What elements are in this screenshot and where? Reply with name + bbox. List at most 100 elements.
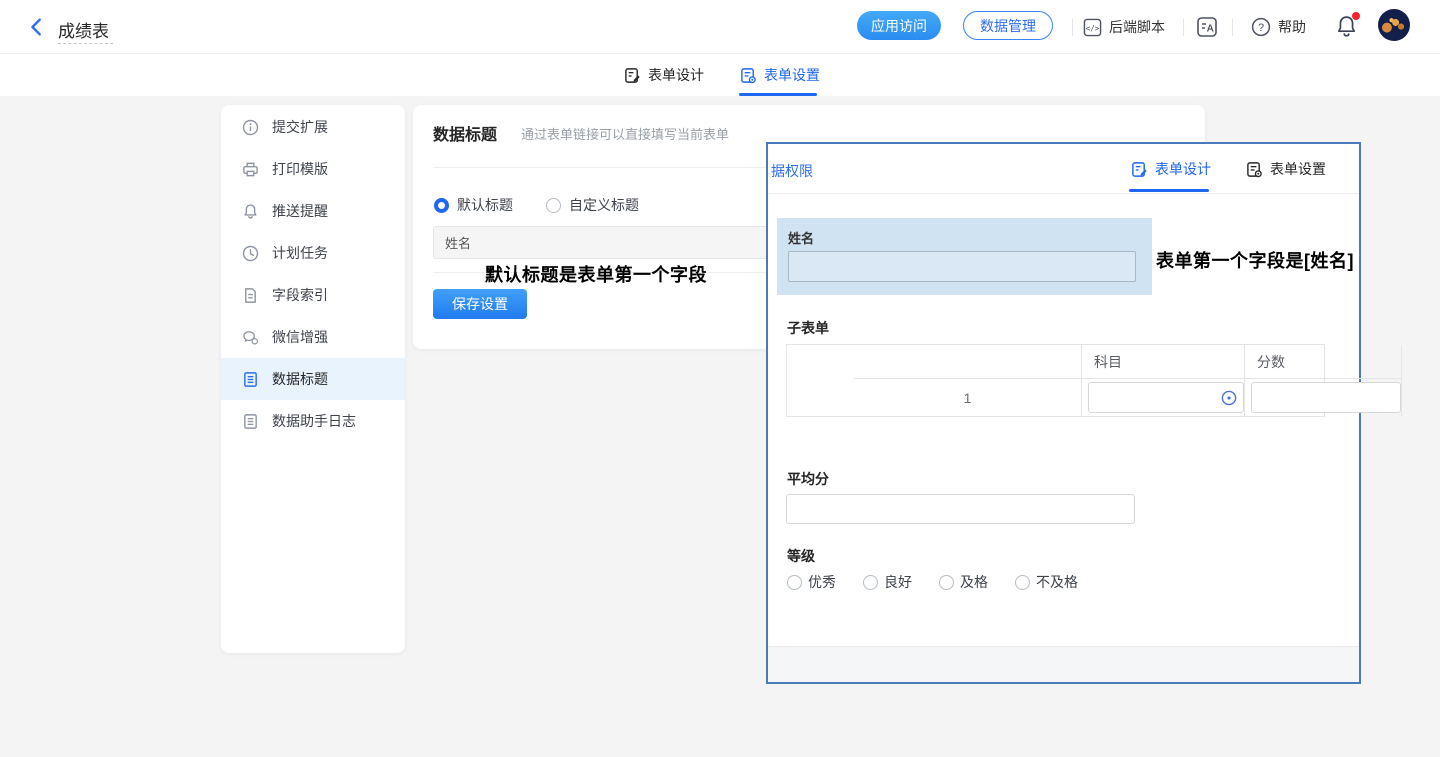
data-permission-link[interactable]: 据权限	[771, 161, 813, 181]
active-tab-underline	[739, 93, 817, 96]
sidebar-item-push-reminder[interactable]: 推送提醒	[221, 190, 405, 232]
form-settings-icon	[1246, 161, 1263, 178]
preview-footer-bar	[768, 646, 1359, 682]
subform-score-cell	[1245, 379, 1402, 416]
divider	[1183, 18, 1184, 36]
grade-option-excellent[interactable]: 优秀	[787, 572, 836, 592]
panel-title: 数据标题	[433, 121, 497, 145]
wechat-icon	[242, 329, 259, 346]
grade-option-label: 不及格	[1036, 572, 1078, 592]
annotation-first-field: 表单第一个字段是[姓名]	[1156, 247, 1354, 273]
sidebar-item-label: 计划任务	[272, 243, 328, 263]
help-button[interactable]: ? 帮助	[1251, 0, 1306, 54]
grade-option-label: 及格	[960, 572, 988, 592]
printer-icon	[242, 161, 259, 178]
tab-form-design[interactable]: 表单设计	[624, 54, 704, 96]
chevron-left-icon	[26, 16, 48, 38]
sidebar-item-label: 字段索引	[272, 285, 328, 305]
sidebar-item-label: 提交扩展	[272, 117, 328, 137]
notification-badge	[1352, 12, 1360, 20]
grade-option-label: 良好	[884, 572, 912, 592]
tab-form-settings[interactable]: 表单设置	[740, 54, 820, 96]
settings-sidebar: 提交扩展 打印模版 推送提醒 计划任务 字段索引	[221, 105, 405, 653]
sidebar-item-print-template[interactable]: 打印模版	[221, 148, 405, 190]
list-document-icon	[242, 413, 259, 430]
preview-tab-settings-label: 表单设置	[1270, 159, 1326, 179]
data-manage-button[interactable]: 数据管理	[963, 11, 1053, 40]
language-icon: A	[1196, 16, 1218, 38]
list-document-icon	[242, 371, 259, 388]
preview-tab-form-design[interactable]: 表单设计	[1131, 144, 1211, 194]
form-tabbar: 表单设计 表单设置	[0, 54, 1440, 96]
form-settings-icon	[740, 67, 757, 84]
radio-unselected-icon	[1015, 575, 1030, 590]
radio-unselected-icon	[939, 575, 954, 590]
name-field-selected[interactable]: 姓名	[777, 218, 1152, 295]
subform-header-score: 分数	[1245, 345, 1402, 379]
sidebar-item-label: 微信增强	[272, 327, 328, 347]
backend-script-label: 后端脚本	[1109, 17, 1165, 37]
radio-unselected-icon	[787, 575, 802, 590]
save-settings-button[interactable]: 保存设置	[433, 289, 527, 319]
info-circle-icon	[242, 119, 259, 136]
radio-default-title-label: 默认标题	[457, 195, 513, 215]
radio-custom-title[interactable]: 自定义标题	[546, 195, 639, 215]
backend-script-button[interactable]: </> 后端脚本	[1083, 0, 1165, 54]
notifications-button[interactable]	[1334, 14, 1360, 40]
sidebar-item-data-assistant-log[interactable]: 数据助手日志	[221, 400, 405, 442]
average-score-label: 平均分	[787, 469, 829, 489]
grade-option-label: 优秀	[808, 572, 836, 592]
app-access-button[interactable]: 应用访问	[857, 11, 941, 40]
radio-unselected-icon	[546, 198, 561, 213]
title-dashed-underline	[58, 43, 113, 44]
score-input[interactable]	[1251, 382, 1401, 413]
grade-label: 等级	[787, 546, 815, 566]
subform-row-index: 1	[854, 379, 1082, 416]
panel-subtitle: 通过表单链接可以直接填写当前表单	[521, 124, 729, 143]
tab-form-design-label: 表单设计	[648, 65, 704, 85]
document-icon	[242, 287, 259, 304]
title-mode-radios: 默认标题 自定义标题	[434, 195, 639, 215]
user-avatar[interactable]	[1378, 9, 1410, 41]
grade-option-good[interactable]: 良好	[863, 572, 912, 592]
sidebar-item-data-title[interactable]: 数据标题	[221, 358, 405, 400]
form-design-icon	[1131, 161, 1148, 178]
svg-text:</>: </>	[1086, 23, 1100, 32]
sidebar-item-submit-extension[interactable]: 提交扩展	[221, 106, 405, 148]
sidebar-item-label: 数据助手日志	[272, 411, 356, 431]
subform-header-subject: 科目	[1082, 345, 1245, 379]
back-button[interactable]	[26, 16, 48, 38]
grade-option-pass[interactable]: 及格	[939, 572, 988, 592]
svg-text:A: A	[1207, 24, 1214, 35]
sidebar-item-field-index[interactable]: 字段索引	[221, 274, 405, 316]
bell-icon	[242, 203, 259, 220]
subform-header-index	[854, 345, 1082, 379]
radio-default-title[interactable]: 默认标题	[434, 195, 513, 215]
subform-table: 科目 分数 1	[786, 344, 1325, 417]
tab-form-settings-label: 表单设置	[764, 65, 820, 85]
preview-active-tab-underline	[1129, 189, 1209, 192]
page-title: 成绩表	[58, 17, 109, 42]
select-option-icon[interactable]	[1221, 390, 1237, 406]
subject-input[interactable]	[1088, 382, 1244, 413]
name-field-label: 姓名	[788, 228, 814, 247]
name-field-input[interactable]	[788, 251, 1136, 282]
form-design-icon	[624, 67, 641, 84]
preview-tab-form-settings[interactable]: 表单设置	[1246, 144, 1326, 194]
annotation-default-title: 默认标题是表单第一个字段	[485, 261, 707, 287]
average-score-input[interactable]	[786, 494, 1135, 524]
question-circle-icon: ?	[1251, 17, 1271, 37]
radio-selected-icon	[434, 198, 449, 213]
sidebar-item-scheduled-task[interactable]: 计划任务	[221, 232, 405, 274]
subform-actions-column	[787, 345, 854, 416]
language-button[interactable]: A	[1196, 0, 1218, 54]
clock-icon	[242, 245, 259, 262]
grade-option-fail[interactable]: 不及格	[1015, 572, 1078, 592]
sidebar-item-label: 推送提醒	[272, 201, 328, 221]
help-label: 帮助	[1278, 17, 1306, 37]
preview-header: 据权限 表单设计	[768, 144, 1359, 194]
sidebar-item-label: 打印模版	[272, 159, 328, 179]
topbar: 成绩表 应用访问 数据管理 </> 后端脚本 A	[0, 0, 1440, 54]
sidebar-item-wechat-enhance[interactable]: 微信增强	[221, 316, 405, 358]
subform-subject-cell	[1082, 379, 1245, 416]
